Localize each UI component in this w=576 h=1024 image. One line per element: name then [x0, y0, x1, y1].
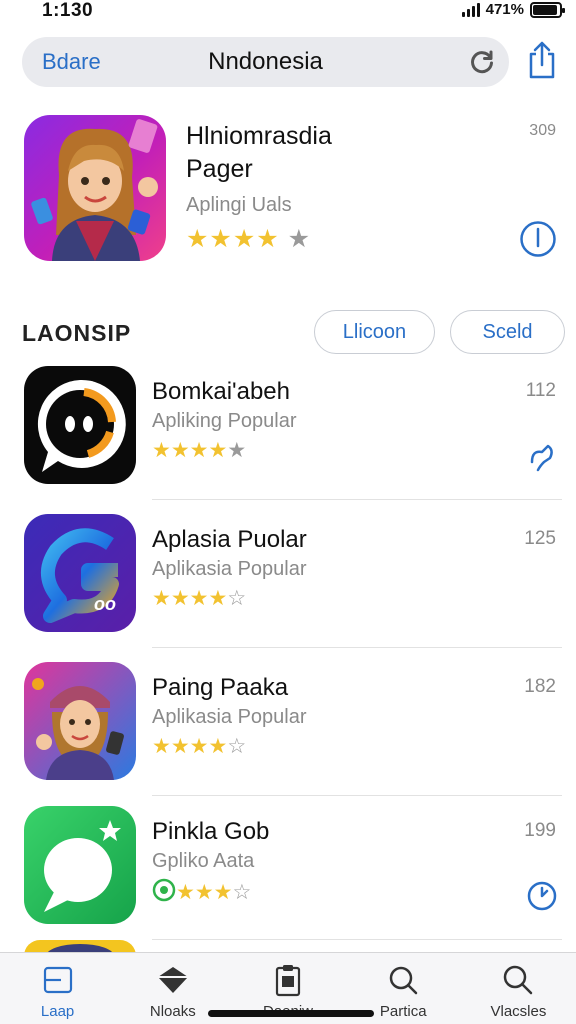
stars-off: ☆ [227, 587, 247, 610]
battery-icon [530, 1, 565, 18]
tab-label: Partica [379, 1003, 427, 1020]
search-bar[interactable]: Bdare Nndonesia [22, 37, 509, 87]
row-divider [152, 647, 562, 648]
row-divider [152, 499, 562, 500]
tab-label: Vlacsles [490, 1003, 547, 1020]
share-icon[interactable] [526, 40, 558, 80]
search-icon [389, 966, 418, 995]
featured-app-icon[interactable] [24, 115, 166, 261]
stars-on: ★★★★ [152, 735, 228, 758]
filter-pill-1[interactable]: Llicoon [314, 310, 435, 354]
app-number: 182 [524, 676, 556, 697]
status-time: 1:130 [42, 0, 94, 21]
app-name: Bomkai'abeh [152, 378, 290, 405]
app-number: 112 [525, 380, 556, 401]
search-icon [504, 965, 533, 995]
featured-app-subtitle: Aplingi Uals [186, 194, 292, 216]
today-icon [43, 966, 72, 994]
featured-number: 309 [529, 122, 556, 139]
stars-on: ★★★ [176, 881, 233, 904]
stars-off: ☆ [232, 881, 252, 904]
tab-label: Nloaks [149, 1003, 196, 1020]
app-rating: ★★★★★ [152, 438, 246, 463]
stars-on: ★★★★ [152, 587, 228, 610]
page-title: Nndonesia [208, 48, 323, 75]
app-name: Aplasia Puolar [152, 526, 307, 553]
featured-app-title[interactable]: Hlniomrasdia Pager [186, 120, 486, 186]
featured-title-line1: Hlniomrasdia [186, 122, 332, 150]
battery-percent: 471% [485, 1, 524, 18]
row-divider [152, 795, 562, 796]
app-subtitle: Aplikasia Popular [152, 706, 307, 728]
app-name: Pinkla Gob [152, 818, 270, 845]
filter-pill-2[interactable]: Sceld [450, 310, 565, 354]
list-item[interactable]: Pinkla Gob Gpliko Aata ★★★☆ 199 [0, 806, 576, 954]
list-item[interactable]: Bomkai'abeh Apliking Popular ★★★★★ 112 [0, 366, 576, 514]
stars-off: ☆ [227, 735, 247, 758]
app-icon [24, 662, 136, 780]
clock-action-icon[interactable] [526, 880, 558, 912]
list-item[interactable]: oo Aplasia Puolar Aplikasia Popular ★★★★… [0, 514, 576, 662]
app-rating: ★★★★☆ [152, 734, 246, 759]
status-bar: 1:130 471% [0, 0, 576, 24]
info-button-icon[interactable] [519, 220, 557, 258]
tab-label: Laap [40, 1003, 75, 1020]
app-subtitle: Apliking Popular [152, 410, 297, 432]
clipboard-icon [275, 965, 301, 997]
stars-off: ★ [227, 439, 247, 462]
stars-on: ★★★★ [186, 225, 280, 253]
app-icon: oo [24, 514, 136, 632]
tab-today[interactable]: Laap [0, 953, 115, 1024]
status-right: 471% [461, 1, 565, 18]
svg-text:oo: oo [94, 594, 116, 614]
app-icon [24, 366, 136, 484]
featured-rating: ★★★★ ★ [186, 224, 311, 254]
featured-title-line2: Pager [186, 155, 253, 183]
app-rating: ★★★★☆ [152, 586, 246, 611]
stars-on: ★★★★ [152, 439, 228, 462]
list-item[interactable]: Paing Paaka Aplikasia Popular ★★★★☆ 182 [0, 662, 576, 810]
app-subtitle: Gpliko Aata [152, 850, 255, 872]
app-name: Paing Paaka [152, 674, 289, 701]
share-action-icon[interactable] [526, 440, 558, 472]
row-divider [152, 939, 562, 940]
section-heading: LAONSIP [22, 320, 132, 346]
stars-off: ★ [287, 225, 312, 253]
home-indicator [208, 1010, 374, 1017]
rocket-icon [157, 967, 188, 993]
app-rating: ★★★☆ [152, 878, 251, 905]
reload-icon[interactable] [469, 49, 495, 75]
signal-icon [461, 2, 480, 17]
app-number: 199 [524, 820, 556, 841]
app-icon [24, 806, 136, 924]
app-subtitle: Aplikasia Popular [152, 558, 307, 580]
progress-ring-icon [152, 878, 176, 902]
tab-search[interactable]: Vlacsles [461, 953, 576, 1024]
app-number: 125 [524, 528, 556, 549]
